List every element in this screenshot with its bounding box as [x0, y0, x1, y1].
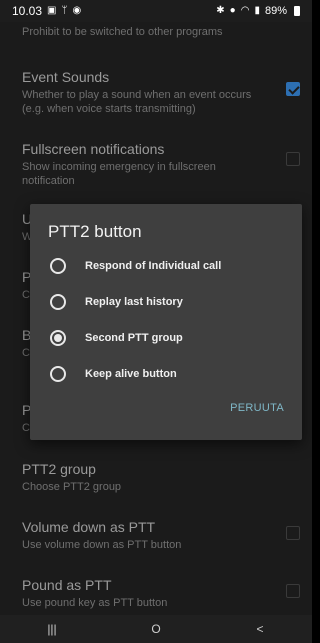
- dialog-title: PTT2 button: [48, 222, 142, 241]
- status-bar-left: 10.03 ▣ ᛘ ◉: [12, 4, 81, 18]
- gallery-notification-icon: ▣: [47, 5, 57, 16]
- location-icon: ●: [229, 5, 236, 16]
- radio-selected-icon[interactable]: [50, 330, 66, 346]
- usb-icon: ᛘ: [61, 5, 68, 16]
- dialog-option-label: Second PTT group: [85, 332, 183, 344]
- dialog-option-replay-last-history[interactable]: Replay last history: [30, 284, 302, 320]
- dialog-option-label: Keep alive button: [85, 368, 177, 380]
- dialog-option-label: Respond of Individual call: [85, 260, 222, 272]
- home-icon[interactable]: O: [126, 622, 186, 636]
- cancel-button[interactable]: PERUUTA: [230, 402, 284, 414]
- back-icon[interactable]: <: [230, 622, 290, 636]
- ptt2-button-dialog: PTT2 button Respond of Individual call R…: [30, 204, 302, 440]
- wifi-icon: ◠: [240, 5, 250, 16]
- dialog-option-keep-alive-button[interactable]: Keep alive button: [30, 356, 302, 392]
- navigation-bar: ||| O <: [0, 615, 312, 643]
- bluetooth-icon: ✱: [216, 5, 225, 16]
- status-bar-right: ✱ ● ◠ ▮ 89%: [216, 5, 300, 17]
- status-bar: 10.03 ▣ ᛘ ◉ ✱ ● ◠ ▮ 89%: [0, 0, 312, 22]
- dialog-option-label: Replay last history: [85, 296, 183, 308]
- radio-unselected-icon[interactable]: [50, 258, 66, 274]
- signal-icon: ▮: [254, 5, 260, 16]
- app-notification-icon: ◉: [72, 5, 82, 16]
- battery-icon: [294, 6, 300, 16]
- radio-unselected-icon[interactable]: [50, 366, 66, 382]
- status-time: 10.03: [12, 4, 43, 18]
- battery-percent: 89%: [264, 5, 287, 17]
- radio-unselected-icon[interactable]: [50, 294, 66, 310]
- dialog-option-second-ptt-group[interactable]: Second PTT group: [30, 320, 302, 356]
- recent-apps-icon[interactable]: |||: [22, 622, 82, 636]
- dialog-option-respond-individual-call[interactable]: Respond of Individual call: [30, 248, 302, 284]
